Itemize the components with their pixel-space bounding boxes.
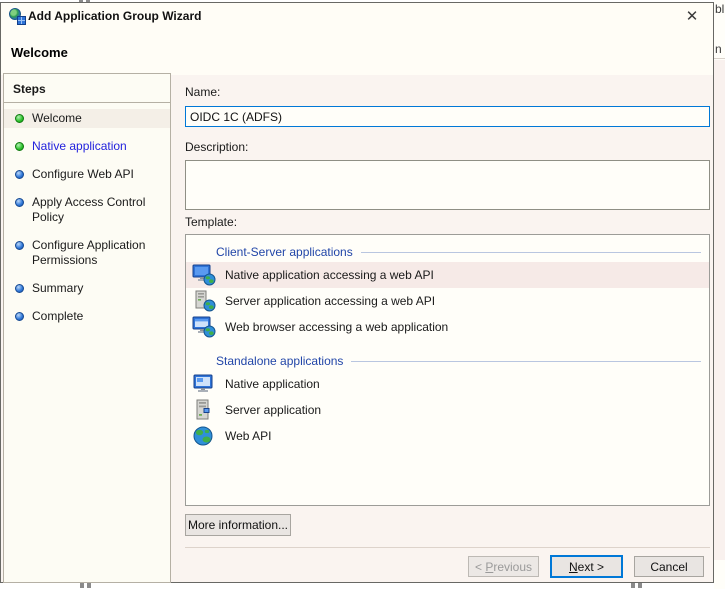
template-web-api[interactable]: Web API [186,423,709,449]
step-welcome: Welcome [4,109,170,128]
heading-rule [351,361,701,362]
step-configure-application-permissions: Configure Application Permissions [4,236,170,270]
steps-list: Welcome Native application Configure Web… [4,103,170,326]
name-input[interactable] [185,106,710,127]
application-group-icon [9,8,26,25]
add-application-group-wizard-dialog: Add Application Group Wizard ✕ Welcome S… [0,2,714,583]
blue-dot-icon [15,241,24,250]
blue-dot-icon [15,284,24,293]
blue-dot-icon [15,312,24,321]
window-grid-glyph [17,16,26,25]
step-native-application: Native application [4,137,170,156]
close-icon[interactable]: ✕ [679,5,705,29]
blue-dot-icon [15,198,24,207]
background-text-fragment: bl [715,2,724,16]
background-window-artifact [87,583,91,588]
background-window-artifact [638,583,642,588]
globe-icon [192,425,216,447]
window-title: Add Application Group Wizard [28,9,201,23]
monitor-icon [192,373,216,395]
template-native-app-accessing-web-api[interactable]: Native application accessing a web API [186,262,709,288]
template-label: Template: [185,215,237,229]
previous-button[interactable]: < Previous [468,556,539,577]
description-input[interactable] [185,160,710,210]
cancel-button[interactable]: Cancel [634,556,704,577]
monitor-globe-icon [192,264,216,286]
template-web-browser-accessing-web-application[interactable]: Web browser accessing a web application [186,314,709,340]
page-title: Welcome [11,45,68,60]
browser-globe-icon [192,316,216,338]
group-heading-client-server: Client-Server applications [216,245,701,259]
green-dot-icon [15,114,24,123]
server-icon [192,399,216,421]
template-native-application[interactable]: Native application [186,371,709,397]
title-bar: Add Application Group Wizard ✕ [1,3,713,29]
step-complete: Complete [4,307,170,326]
background-text-fragment: n [715,42,722,56]
steps-panel-title: Steps [4,74,170,103]
template-server-app-accessing-web-api[interactable]: Server application accessing a web API [186,288,709,314]
background-divider [714,58,725,59]
template-list: Client-Server applications Native applic… [185,234,710,506]
background-window: bl n [714,0,725,589]
background-panel [714,60,725,560]
green-dot-icon [15,142,24,151]
description-label: Description: [185,140,248,154]
blue-dot-icon [15,170,24,179]
heading-rule [361,252,701,253]
steps-panel: Steps Welcome Native application Configu… [3,73,171,583]
footer-divider [185,547,710,548]
background-window-artifact [631,583,635,588]
step-configure-web-api: Configure Web API [4,165,170,184]
step-summary: Summary [4,279,170,298]
step-apply-access-control-policy: Apply Access Control Policy [4,193,170,227]
background-window-artifact [80,583,84,588]
server-globe-icon [192,290,216,312]
wizard-header: Welcome [1,29,713,75]
name-label: Name: [185,85,220,99]
more-information-button[interactable]: More information... [185,514,291,536]
group-heading-standalone: Standalone applications [216,354,701,368]
screen: bl n Add Application Group Wizard ✕ Welc… [0,0,725,589]
template-server-application[interactable]: Server application [186,397,709,423]
next-button[interactable]: Next > [550,555,623,578]
